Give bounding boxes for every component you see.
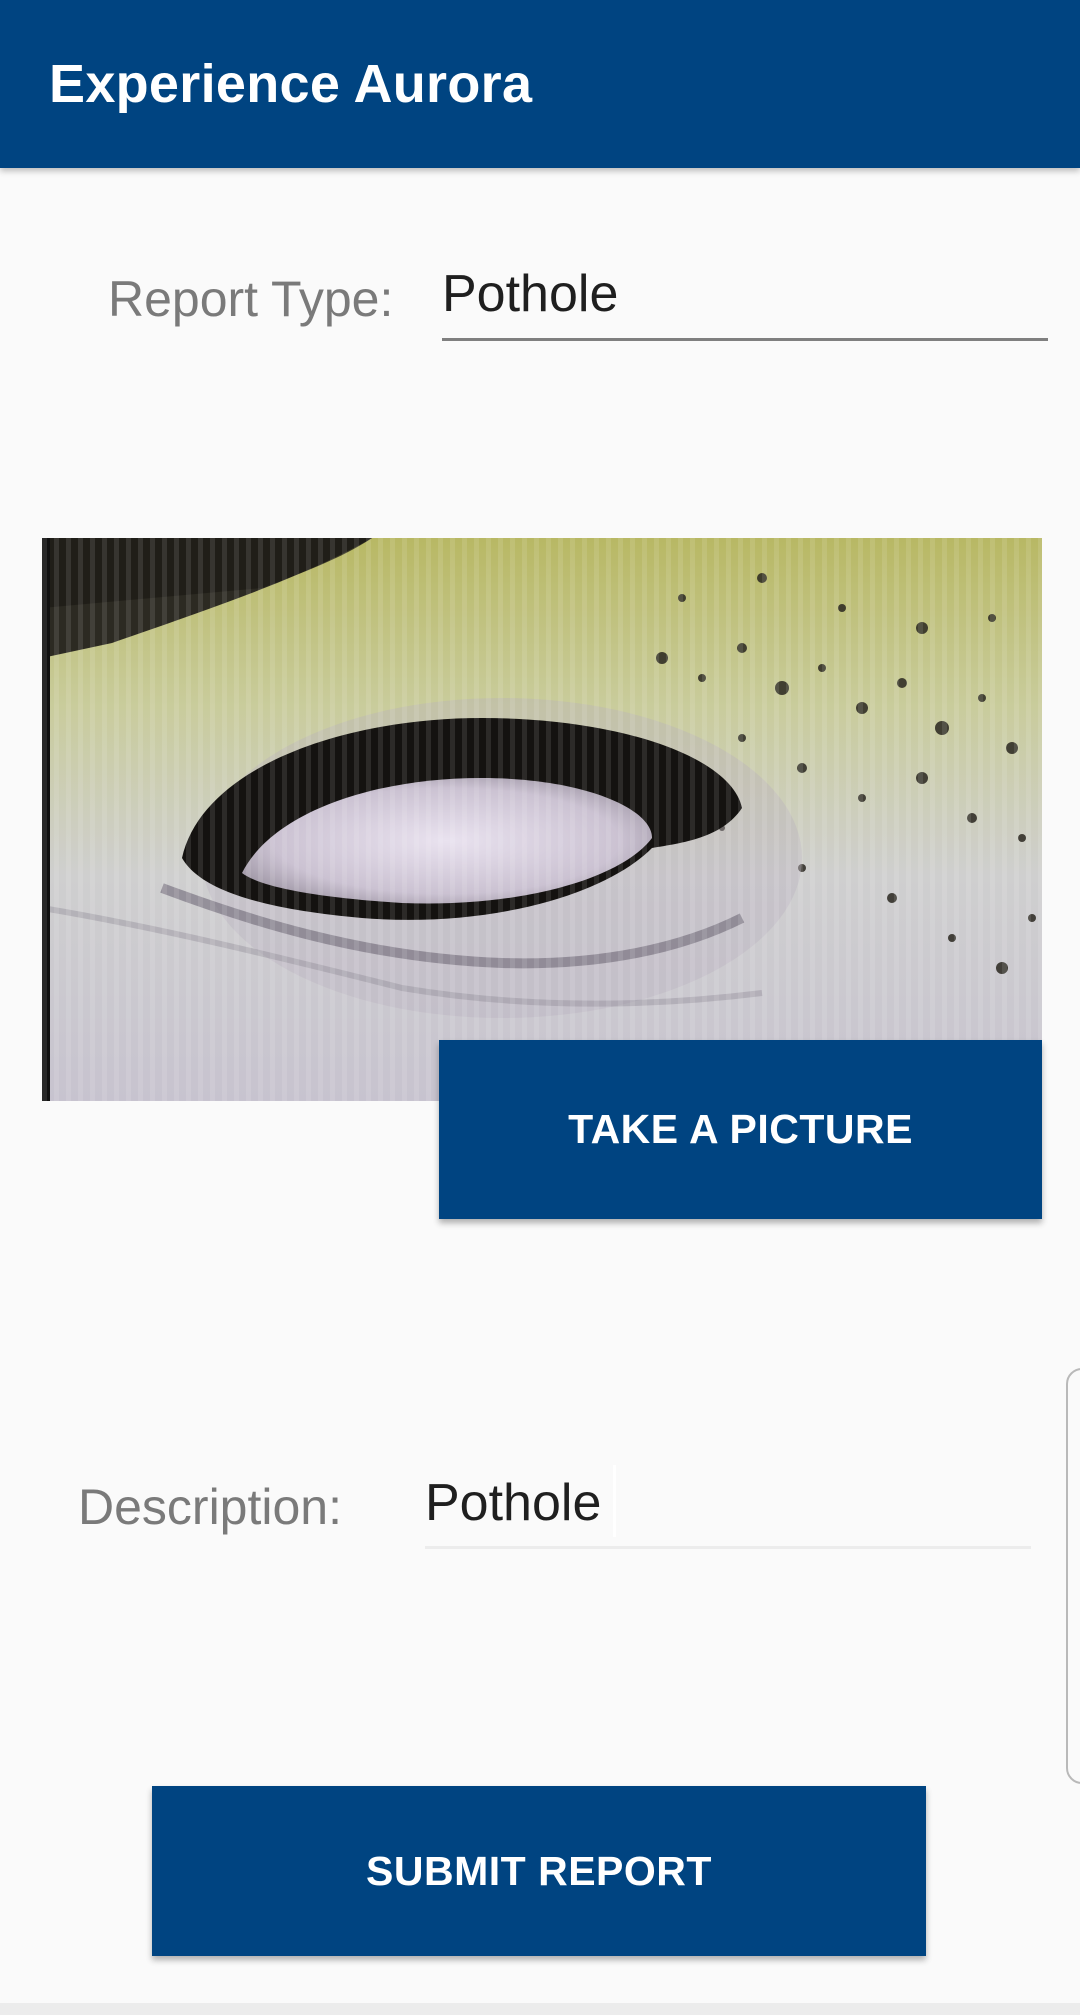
report-type-label: Report Type: xyxy=(108,271,394,327)
report-type-value: Pothole xyxy=(442,265,619,323)
description-value: Pothole xyxy=(425,1474,602,1532)
submit-report-button[interactable]: SUBMIT REPORT xyxy=(152,1786,926,1956)
bottom-divider xyxy=(0,2003,1080,2015)
edge-panel-handle[interactable] xyxy=(1066,1368,1080,1784)
description-input[interactable]: Pothole xyxy=(425,1463,1031,1549)
report-type-spinner[interactable]: Pothole xyxy=(442,258,1048,341)
app-bar: Experience Aurora xyxy=(0,0,1080,168)
take-picture-button[interactable]: TAKE A PICTURE xyxy=(439,1040,1042,1219)
description-label: Description: xyxy=(78,1479,342,1535)
pothole-photo xyxy=(42,538,1042,1101)
app-title: Experience Aurora xyxy=(49,54,533,114)
text-cursor xyxy=(613,1465,616,1537)
